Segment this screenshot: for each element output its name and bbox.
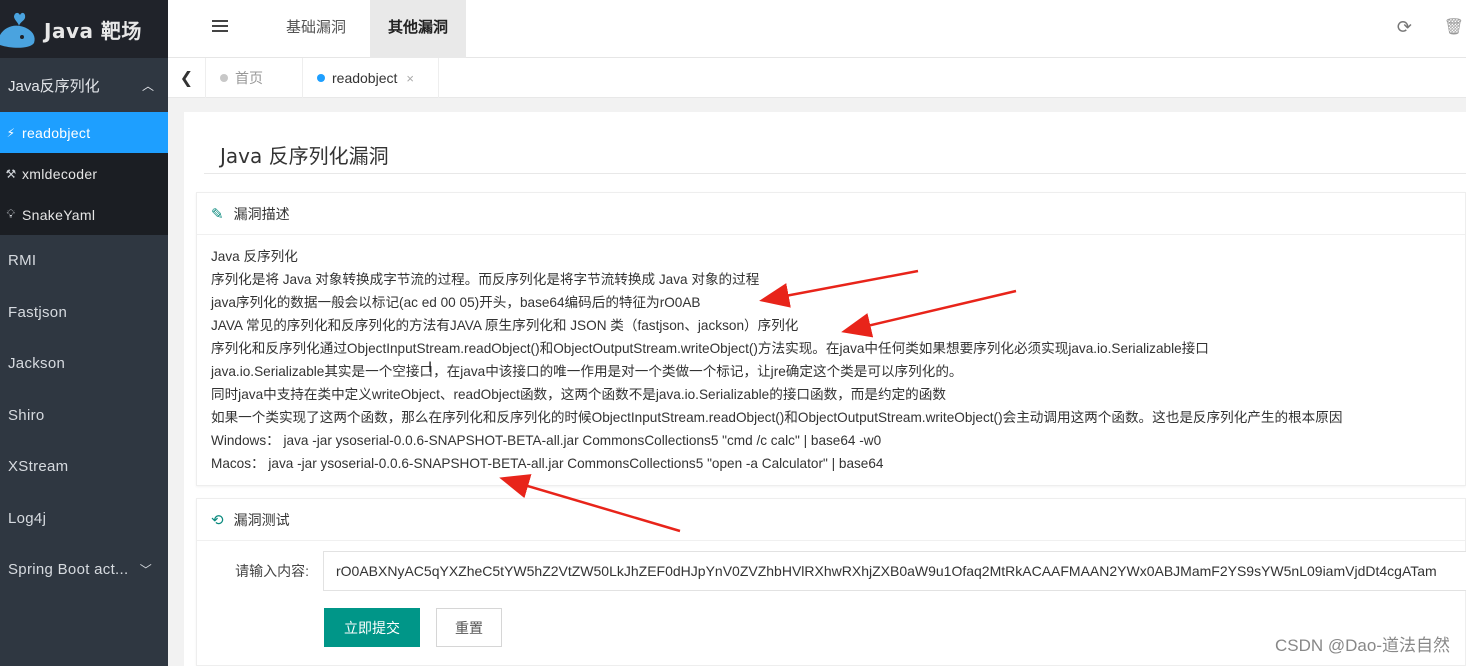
test-heading: 漏洞测试 xyxy=(233,511,290,528)
description-line: java.io.Serializable其实是一个空接口，在java中该接口的唯… xyxy=(211,364,963,379)
description-line: Windows： java -jar ysoserial-0.0.6-SNAPS… xyxy=(211,433,882,448)
description-body: Java 反序列化 序列化是将 Java 对象转换成字节流的过程。而反序列化是将… xyxy=(197,235,1465,475)
sidebar-item-label: Spring Boot act... xyxy=(8,561,129,579)
chevron-down-icon: ﹀ xyxy=(139,563,152,578)
status-dot xyxy=(317,74,325,82)
submit-button[interactable]: 立即提交 xyxy=(324,608,420,647)
sidebar-item-snakeyaml[interactable]: 💡︎ SnakeYaml xyxy=(0,194,168,235)
sidebar-submenu: ⚡ readobject ⚒ xmldecoder 💡︎ SnakeYaml xyxy=(0,112,168,235)
page-tab-readobject[interactable]: readobject × xyxy=(303,58,439,98)
sidebar-item-log4j[interactable]: Log4j xyxy=(0,493,168,545)
description-heading: 漏洞描述 xyxy=(233,205,290,222)
sidebar-item-shiro[interactable]: Shiro xyxy=(0,390,168,442)
sidebar-item-fastjson[interactable]: Fastjson xyxy=(0,287,168,339)
sidebar-item-jackson[interactable]: Jackson xyxy=(0,338,168,390)
input-label: 请输入内容: xyxy=(235,563,309,579)
hammer-icon: ⚒ xyxy=(5,166,17,181)
menu-toggle-icon[interactable] xyxy=(212,20,228,34)
description-line: 同时java中支持在类中定义writeObject、readObject函数，这… xyxy=(211,387,946,402)
sidebar-item-xmldecoder[interactable]: ⚒ xmldecoder xyxy=(0,153,168,194)
sidebar-item-label: Fastjson xyxy=(8,303,68,321)
sidebar-item-readobject[interactable]: ⚡ readobject xyxy=(0,112,168,153)
description-card-header: ✎ 漏洞描述 xyxy=(197,193,1465,235)
whale-logo-icon xyxy=(0,12,35,48)
sidebar-item-rmi[interactable]: RMI xyxy=(0,235,168,287)
close-icon[interactable]: × xyxy=(406,71,414,86)
sidebar-group-java-deserialization[interactable]: Java反序列化 ︿ xyxy=(0,58,168,112)
input-row: 请输入内容: xyxy=(197,551,1466,591)
puzzle-icon: ⟲ xyxy=(211,511,224,529)
sidebar-item-label: Jackson xyxy=(8,355,66,373)
sidebar-item-label: RMI xyxy=(8,252,37,270)
top-header: 基础漏洞 其他漏洞 ⟳ 🗑︎ xyxy=(168,0,1466,58)
test-card-header: ⟲ 漏洞测试 xyxy=(197,499,1465,541)
sidebar-item-label: SnakeYaml xyxy=(22,206,96,223)
sidebar-item-xstream[interactable]: XStream xyxy=(0,441,168,493)
description-line: java序列化的数据一般会以标记(ac ed 00 05)开头，base64编码… xyxy=(211,295,701,310)
sidebar-item-label: Shiro xyxy=(8,406,45,424)
description-line: 序列化是将 Java 对象转换成字节流的过程。而反序列化是将字节流转换成 Jav… xyxy=(211,272,760,287)
watermark: CSDN @Dao-道法自然 xyxy=(1275,636,1450,655)
description-line: Macos： java -jar ysoserial-0.0.6-SNAPSHO… xyxy=(211,456,884,471)
refresh-icon[interactable]: ⟳ xyxy=(1397,17,1412,38)
page-title: Java 反序列化漏洞 xyxy=(220,140,399,169)
sidebar-item-label: Log4j xyxy=(8,509,47,527)
main-content: Java 反序列化漏洞 ✎ 漏洞描述 Java 反序列化 序列化是将 Java … xyxy=(184,112,1466,666)
description-line: 序列化和反序列化通过ObjectInputStream.readObject()… xyxy=(211,341,1209,356)
sidebar: Java 靶场 Java反序列化 ︿ ⚡ readobject ⚒ xmldec… xyxy=(0,0,168,666)
page-tab-label: readobject xyxy=(332,70,398,86)
bulb-icon: 💡︎ xyxy=(6,207,16,221)
chevron-up-icon: ︿ xyxy=(141,78,154,93)
page-title-fieldset: Java 反序列化漏洞 xyxy=(204,130,1466,174)
logo-text: Java 靶场 xyxy=(44,18,142,43)
sidebar-item-label: XStream xyxy=(8,458,69,476)
description-line: 如果一个类实现了这两个函数，那么在序列化和反序列化的时候ObjectInputS… xyxy=(211,410,1343,425)
sidebar-group-label: Java反序列化 xyxy=(8,77,100,95)
status-dot xyxy=(220,74,228,82)
payload-input[interactable] xyxy=(323,551,1466,591)
dropper-icon: ✎ xyxy=(211,205,224,223)
logo: Java 靶场 xyxy=(0,0,168,58)
sidebar-item-label: readobject xyxy=(22,124,91,141)
description-line: JAVA 常见的序列化和反序列化的方法有JAVA 原生序列化和 JSON 类（f… xyxy=(211,318,799,333)
text-cursor-icon: I xyxy=(428,360,433,376)
sidebar-item-label: xmldecoder xyxy=(22,165,98,182)
description-card: ✎ 漏洞描述 Java 反序列化 序列化是将 Java 对象转换成字节流的过程。… xyxy=(196,192,1466,486)
page-tabbar: ❮ 首页 readobject × xyxy=(168,58,1466,98)
chevron-left-icon[interactable]: ❮ xyxy=(168,58,206,98)
page-tab-home[interactable]: 首页 xyxy=(206,58,303,98)
tab-basic-vulns[interactable]: 基础漏洞 xyxy=(268,0,364,58)
trash-icon[interactable]: 🗑︎ xyxy=(1444,17,1464,37)
description-line: Java 反序列化 xyxy=(211,249,298,264)
reset-button[interactable]: 重置 xyxy=(436,608,502,647)
sidebar-item-spring-boot[interactable]: Spring Boot act... ﹀ xyxy=(0,544,168,596)
tab-other-vulns[interactable]: 其他漏洞 xyxy=(370,0,467,58)
lightning-icon: ⚡ xyxy=(6,125,16,140)
page-tab-label: 首页 xyxy=(235,70,263,86)
